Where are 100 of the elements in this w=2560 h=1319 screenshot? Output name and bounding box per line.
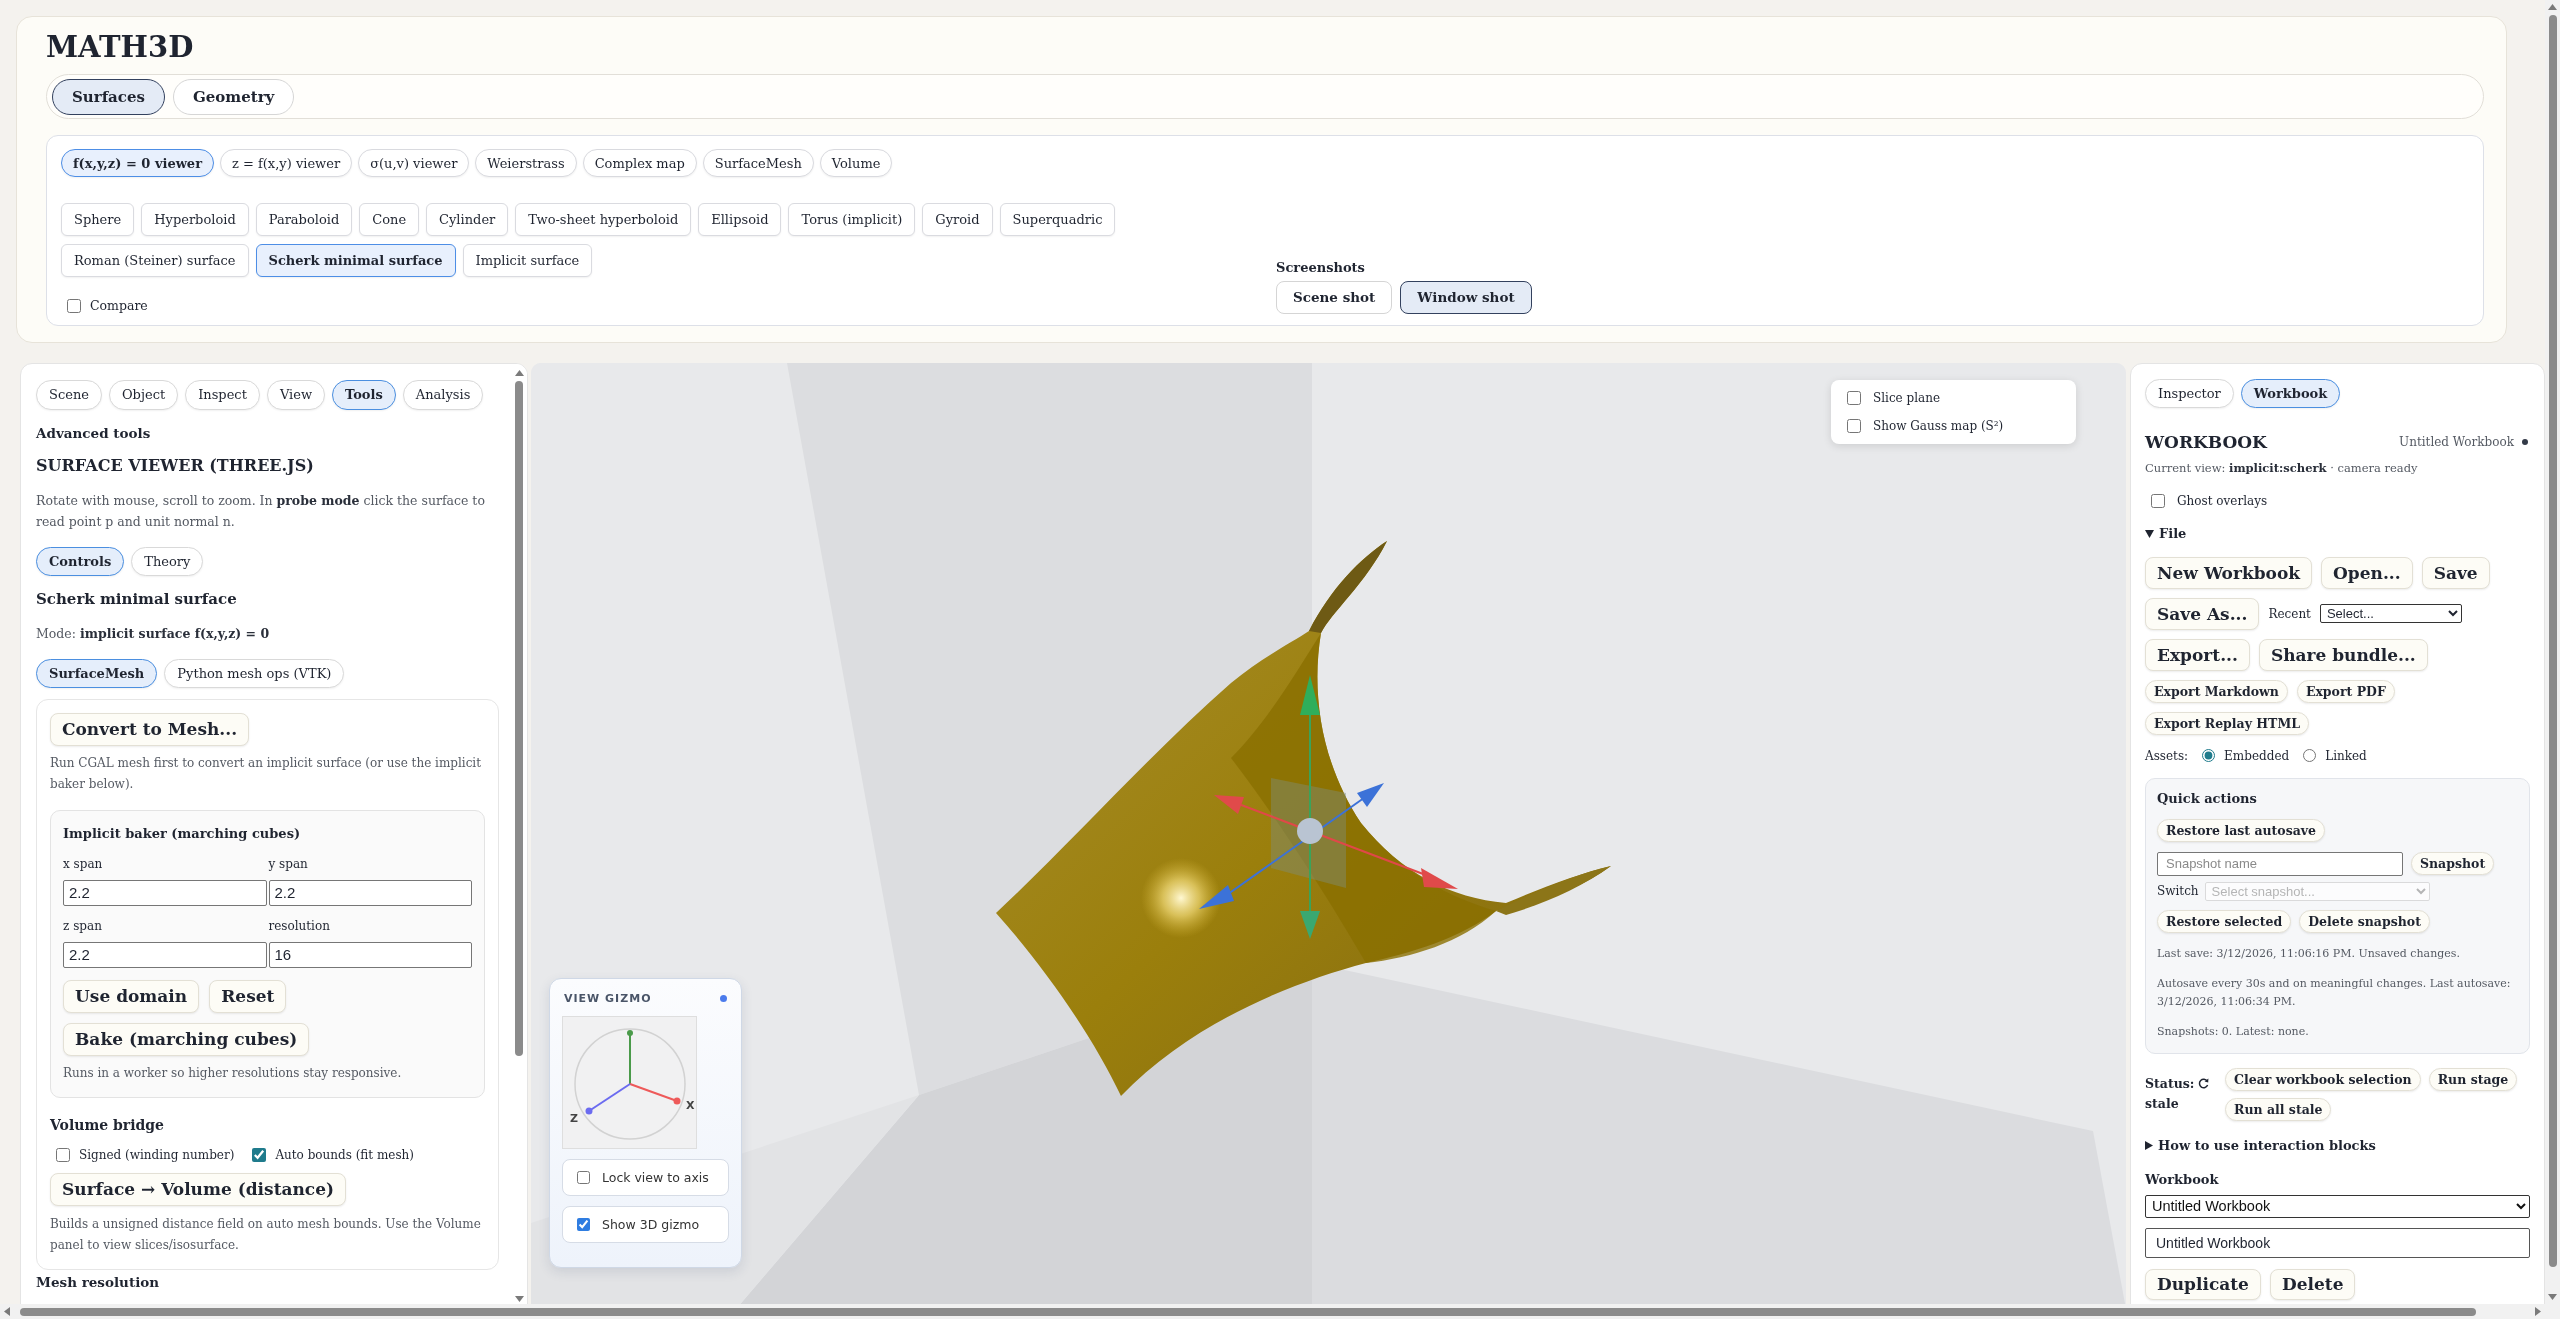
convert-button[interactable]: Convert to Mesh...: [50, 712, 250, 746]
action-button[interactable]: Export Replay HTML: [2145, 711, 2310, 735]
card-title: Quick actions: [2157, 789, 2258, 808]
action-button[interactable]: Run all stale: [2225, 1097, 2332, 1121]
section-summary[interactable]: File: [2159, 524, 2187, 543]
checkbox[interactable]: [577, 1217, 590, 1231]
checkbox[interactable]: [67, 298, 81, 313]
checkbox-label: Slice plane: [1873, 390, 1941, 405]
scrollbar-thumb[interactable]: [2548, 15, 2557, 1267]
preset-button[interactable]: Roman (Steiner) surface: [61, 244, 249, 277]
preset-button[interactable]: Cone: [359, 203, 420, 236]
preset-button[interactable]: Torus (implicit): [788, 203, 916, 236]
surface-title: Scherk minimal surface: [36, 588, 238, 609]
action-button[interactable]: Delete: [2269, 1268, 2356, 1300]
preset-button[interactable]: Gyroid: [922, 203, 993, 236]
preset-button[interactable]: Superquadric: [999, 203, 1116, 236]
checkbox[interactable]: [56, 1147, 70, 1162]
arrow-left-icon[interactable]: [4, 1307, 10, 1316]
viewer-mode-chip[interactable]: z = f(x,y) viewer: [220, 149, 353, 177]
screenshot-button[interactable]: Scene shot: [1276, 280, 1393, 314]
workbook-select[interactable]: Untitled Workbook: [2145, 1194, 2530, 1218]
viewer-mode-chip[interactable]: f(x,y,z) = 0 viewer: [61, 149, 214, 177]
checkbox[interactable]: [2151, 493, 2165, 508]
checkbox-label: Signed (winding number): [79, 1147, 235, 1162]
viewer-mode-chip[interactable]: SurfaceMesh: [702, 149, 814, 177]
scrollbar-thumb[interactable]: [515, 380, 523, 1056]
arrow-up-icon[interactable]: [514, 369, 524, 376]
panel-tab[interactable]: View: [266, 379, 325, 410]
panel-tab[interactable]: Inspector: [2145, 378, 2234, 408]
action-button[interactable]: Save As...: [2145, 597, 2260, 630]
action-button[interactable]: Delete snapshot: [2299, 909, 2430, 933]
panel-tab[interactable]: Tools: [332, 379, 396, 410]
sub-tab[interactable]: Theory: [131, 546, 204, 576]
viewer-mode-chip[interactable]: σ(u,v) viewer: [358, 149, 470, 177]
recent-select[interactable]: Select...: [2319, 604, 2462, 623]
action-button[interactable]: Duplicate: [2145, 1268, 2261, 1300]
preset-button[interactable]: Paraboloid: [255, 203, 353, 236]
preset-button[interactable]: Implicit surface: [462, 244, 593, 277]
panel-tab[interactable]: Workbook: [2240, 378, 2341, 408]
action-button[interactable]: Run stage: [2428, 1067, 2518, 1091]
arrow-down-icon[interactable]: [2548, 1294, 2557, 1300]
screenshot-button[interactable]: Window shot: [1400, 280, 1532, 314]
input-field[interactable]: 2.2: [63, 941, 267, 968]
surface-render[interactable]: [531, 362, 2126, 1304]
section-summary[interactable]: How to use interaction blocks: [2158, 1136, 2376, 1155]
field-label: Assets:: [2145, 748, 2189, 763]
arrow-up-icon[interactable]: [2548, 4, 2557, 10]
bake-button[interactable]: Bake (marching cubes): [63, 1022, 310, 1056]
panel-tab[interactable]: Scene: [36, 379, 102, 410]
arrow-down-icon[interactable]: [514, 1295, 524, 1302]
mesh-tab[interactable]: SurfaceMesh: [36, 658, 158, 688]
viewer-mode-chip[interactable]: Weierstrass: [475, 149, 577, 177]
action-button[interactable]: New Workbook: [2145, 556, 2313, 589]
arrow-right-icon[interactable]: [2535, 1307, 2541, 1316]
card-title: Implicit baker (marching cubes): [63, 824, 302, 843]
preset-button[interactable]: Sphere: [61, 203, 135, 236]
action-button[interactable]: Restore selected: [2157, 909, 2292, 933]
input-field[interactable]: 16: [268, 941, 472, 968]
toggle-option[interactable]: Show 3D gizmo: [562, 1205, 729, 1243]
tab[interactable]: Surfaces: [52, 78, 165, 115]
preset-button[interactable]: Two-sheet hyperboloid: [515, 203, 692, 236]
tab[interactable]: Geometry: [172, 78, 295, 115]
preset-button[interactable]: Cylinder: [426, 203, 509, 236]
input-field[interactable]: 2.2: [63, 879, 267, 906]
panel-tab[interactable]: Object: [108, 379, 179, 410]
checkbox[interactable]: [1847, 418, 1861, 433]
action-button[interactable]: Export PDF: [2296, 679, 2395, 703]
preset-button[interactable]: Scherk minimal surface: [255, 244, 456, 277]
radio-button[interactable]: [2202, 749, 2216, 762]
action-button[interactable]: Reset: [209, 979, 287, 1013]
axis-gizmo[interactable]: [562, 1015, 697, 1149]
viewer-mode-chip[interactable]: Volume: [819, 149, 893, 177]
workbook-name-field[interactable]: Untitled Workbook: [2145, 1227, 2530, 1258]
scrollbar-thumb[interactable]: [20, 1307, 2476, 1316]
preset-button[interactable]: Hyperboloid: [141, 203, 249, 236]
action-button[interactable]: Use domain: [63, 979, 200, 1013]
preset-button[interactable]: Ellipsoid: [698, 203, 782, 236]
radio-button[interactable]: [2303, 749, 2317, 762]
input-field[interactable]: 2.2: [268, 879, 472, 906]
sub-tab[interactable]: Controls: [36, 546, 125, 576]
action-button[interactable]: Open...: [2321, 556, 2413, 589]
viewer-mode-chip[interactable]: Complex map: [582, 149, 697, 177]
restore-button[interactable]: Restore last autosave: [2157, 818, 2326, 842]
checkbox[interactable]: [1847, 390, 1861, 405]
toggle-option[interactable]: Lock view to axis: [562, 1158, 729, 1196]
panel-tab[interactable]: Analysis: [402, 379, 484, 410]
checkbox[interactable]: [577, 1170, 590, 1184]
mesh-tab[interactable]: Python mesh ops (VTK): [164, 658, 345, 688]
convert-volume-button[interactable]: Surface → Volume (distance): [50, 1172, 347, 1206]
checkbox-label: Auto bounds (fit mesh): [275, 1147, 415, 1162]
action-button[interactable]: Export...: [2145, 638, 2250, 671]
checkbox[interactable]: [252, 1147, 267, 1162]
action-button[interactable]: Clear workbook selection: [2225, 1067, 2421, 1091]
action-button[interactable]: Share bundle...: [2258, 638, 2428, 671]
snapshot-name-field[interactable]: Snapshot name: [2157, 851, 2403, 876]
action-button[interactable]: Export Markdown: [2145, 679, 2288, 703]
action-button[interactable]: Save: [2421, 556, 2490, 589]
field-label: resolution: [268, 917, 331, 934]
panel-tab[interactable]: Inspect: [185, 379, 260, 410]
snapshot-button[interactable]: Snapshot: [2411, 852, 2495, 875]
